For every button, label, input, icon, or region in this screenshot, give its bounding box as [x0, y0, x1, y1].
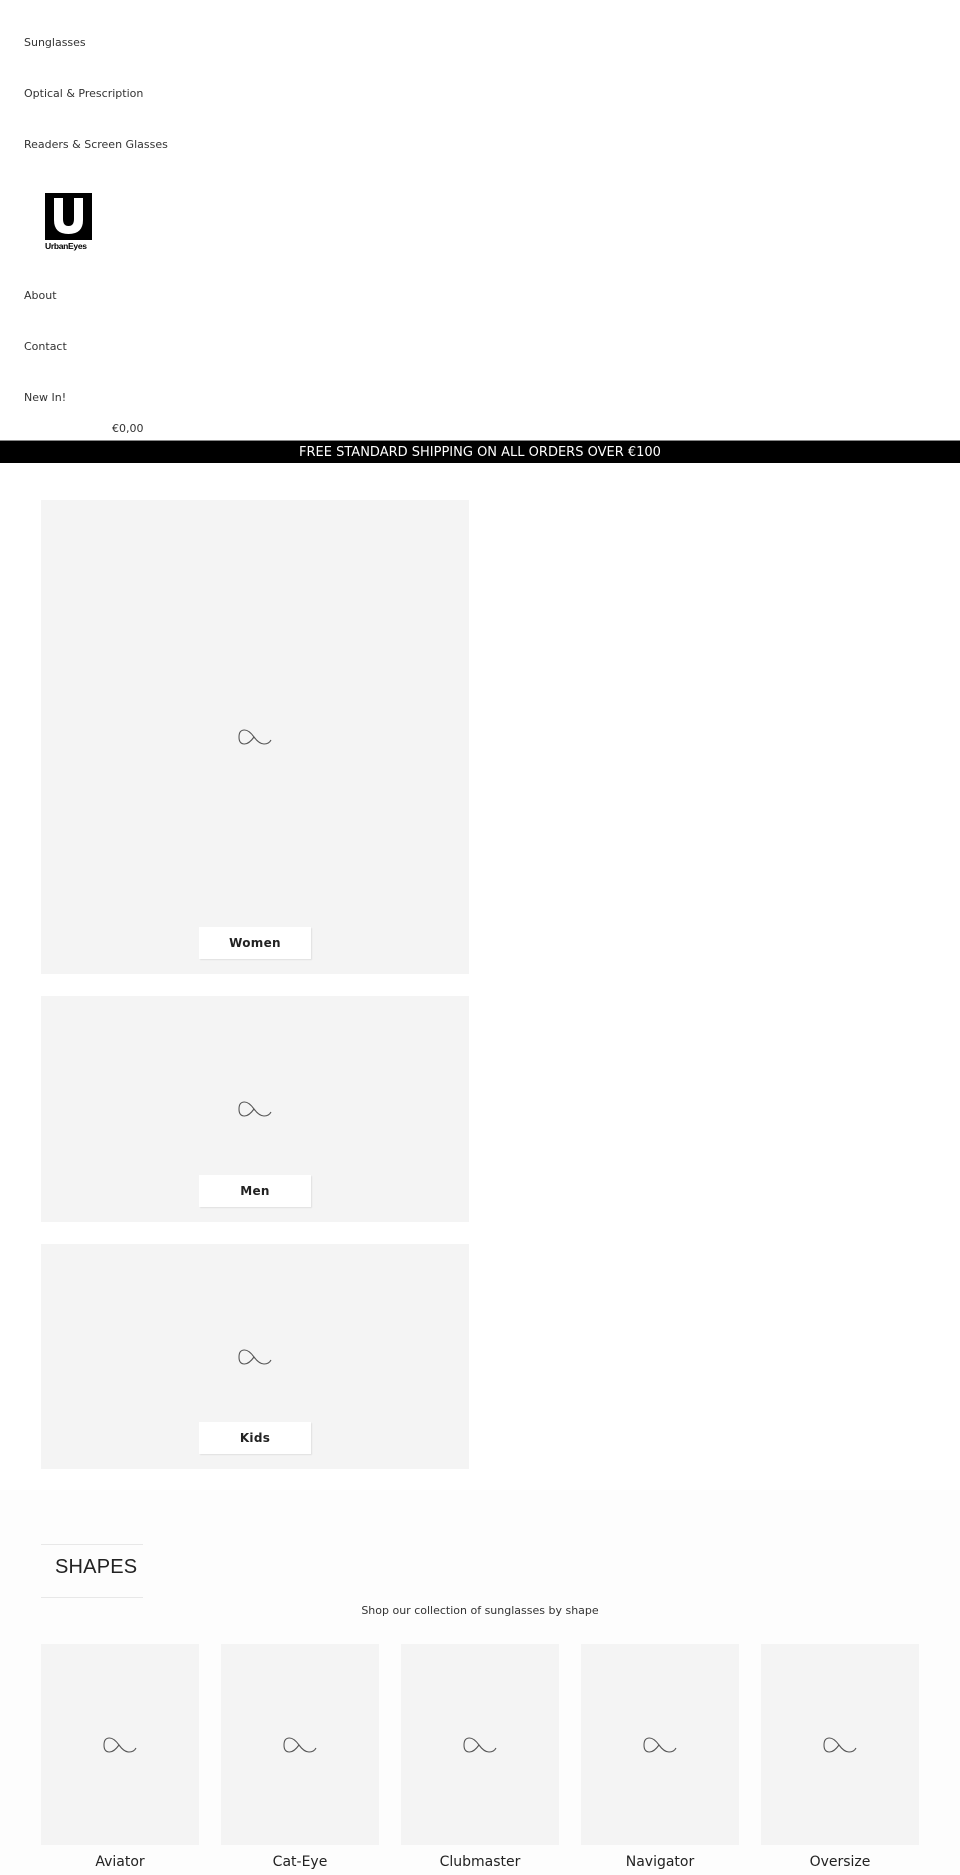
category-button-women[interactable]: Women	[199, 927, 311, 959]
category-button-kids[interactable]: Kids	[199, 1422, 311, 1454]
shape-tile-cat-eye[interactable]	[221, 1644, 379, 1845]
image-placeholder-icon	[823, 1737, 857, 1753]
category-button-men[interactable]: Men	[199, 1175, 311, 1207]
nav-link-readers-screen-glasses[interactable]: Readers & Screen Glasses	[24, 138, 168, 151]
shape-tile-oversize[interactable]	[761, 1644, 919, 1845]
image-placeholder-icon	[463, 1737, 497, 1753]
category-card-women[interactable]: Women	[41, 500, 469, 974]
nav-link-sunglasses[interactable]: Sunglasses	[24, 36, 86, 49]
nav-link-about[interactable]: About	[24, 289, 57, 302]
shapes-title: SHAPES	[55, 1556, 138, 1578]
shapes-subtitle: Shop our collection of sunglasses by sha…	[361, 1604, 599, 1617]
shape-label-aviator[interactable]: Aviator	[41, 1854, 199, 1870]
shipping-banner: FREE STANDARD SHIPPING ON ALL ORDERS OVE…	[0, 440, 960, 463]
shapes-heading: SHAPES	[41, 1544, 143, 1598]
image-placeholder-icon	[238, 729, 272, 745]
category-card-kids[interactable]: Kids	[41, 1244, 469, 1469]
shapes-section: SHAPES Shop our collection of sunglasses…	[0, 1490, 960, 1875]
image-placeholder-icon	[238, 1101, 272, 1117]
image-placeholder-icon	[283, 1737, 317, 1753]
shape-tile-clubmaster[interactable]	[401, 1644, 559, 1845]
nav-link-contact[interactable]: Contact	[24, 340, 67, 353]
logo-mark-icon	[45, 193, 92, 240]
image-placeholder-icon	[103, 1737, 137, 1753]
shape-label-clubmaster[interactable]: Clubmaster	[401, 1854, 559, 1870]
shape-label-navigator[interactable]: Navigator	[581, 1854, 739, 1870]
image-placeholder-icon	[238, 1349, 272, 1365]
image-placeholder-icon	[643, 1737, 677, 1753]
logo-text: UrbanEyes	[45, 241, 87, 251]
brand-logo[interactable]: UrbanEyes	[45, 193, 92, 251]
shipping-banner-text: FREE STANDARD SHIPPING ON ALL ORDERS OVE…	[299, 445, 661, 460]
shape-tile-navigator[interactable]	[581, 1644, 739, 1845]
cart-total[interactable]: €0,00	[112, 422, 144, 435]
shape-label-cat-eye[interactable]: Cat-Eye	[221, 1854, 379, 1870]
shape-tile-aviator[interactable]	[41, 1644, 199, 1845]
nav-link-optical-prescription[interactable]: Optical & Prescription	[24, 87, 143, 100]
nav-link-new-in[interactable]: New In!	[24, 391, 66, 404]
shape-label-oversize[interactable]: Oversize	[761, 1854, 919, 1870]
category-card-men[interactable]: Men	[41, 996, 469, 1222]
